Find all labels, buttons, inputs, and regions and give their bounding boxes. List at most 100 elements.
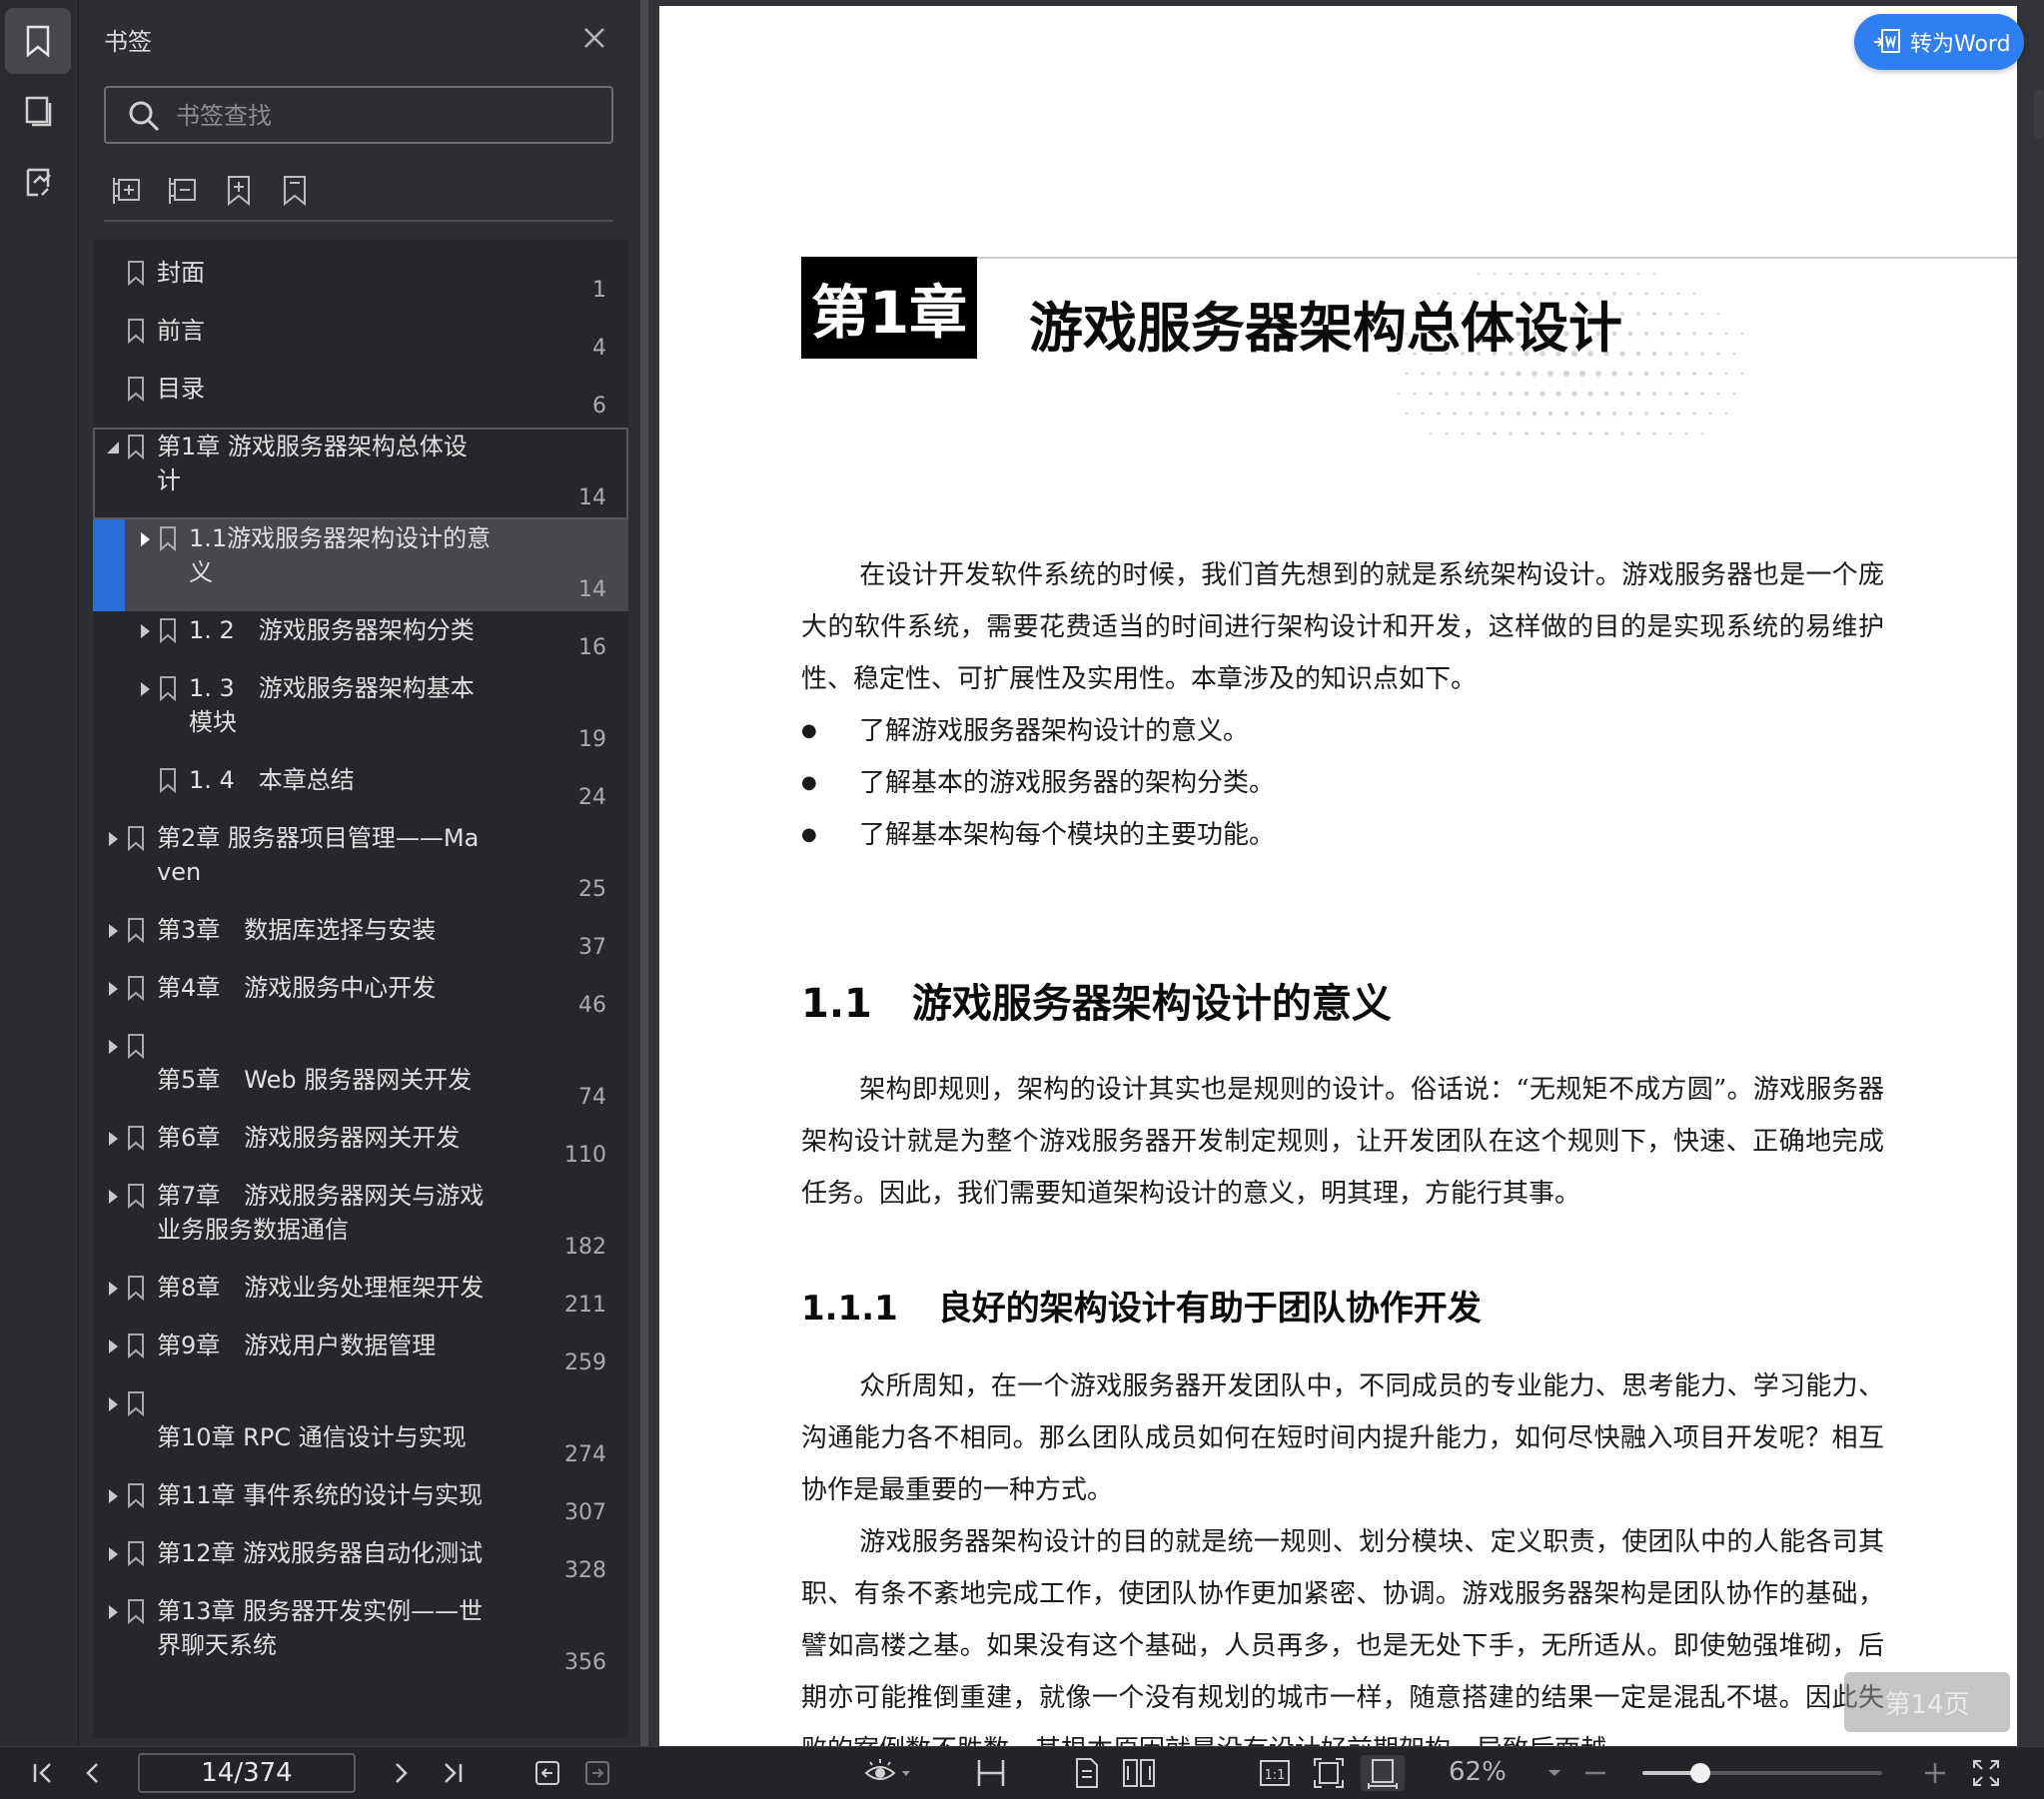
zoom-out-icon[interactable] [1578,1755,1612,1791]
bookmark-flag-icon [127,1183,145,1210]
zoom-in-icon[interactable] [1918,1755,1952,1791]
expanded-arrow-icon[interactable] [105,438,121,457]
body-text: 众所周知，在一个游戏服务器开发团队中，不同成员的专业能力、思考能力、学习能力、沟… [801,1371,1884,1505]
bookmark-label: 目录 [157,375,205,403]
continuous-scroll-icon[interactable] [969,1755,1013,1791]
bookmark-page-number: 182 [564,1235,606,1260]
bookmark-flag-icon [127,434,145,460]
bookmark-item[interactable]: 第2章 服务器项目管理——Ma ven 25 [93,819,628,911]
collapsed-arrow-icon[interactable] [105,1486,121,1506]
zoom-slider-thumb[interactable] [1689,1763,1710,1783]
page-number-field[interactable]: 14/374 [138,1753,356,1793]
bookmark-flag-icon [127,318,145,345]
collapse-all-icon[interactable] [165,172,201,208]
bookmark-item[interactable]: 第13章 服务器开发实例——世 界聊天系统 356 [93,1592,628,1684]
bookmark-panel: 书签 封面1前言4目录6第1章 游戏服务器架构总体设 计141.1游戏服务器架构… [79,0,640,1746]
bookmark-search-box[interactable] [104,86,613,144]
bookmark-panel-icon[interactable] [5,8,71,74]
collapsed-arrow-icon[interactable] [105,1337,121,1356]
bookmark-page-number: 14 [578,485,606,510]
collapsed-arrow-icon[interactable] [137,529,153,549]
bookmark-page-number: 307 [564,1500,606,1525]
bookmark-item[interactable]: 1. 3 游戏服务器架构基本 模块 19 [93,669,628,761]
collapsed-arrow-icon[interactable] [105,1602,121,1622]
intro-paragraph: 在设计开发软件系统的时候，我们首先想到的就是系统架构设计。游戏服务器也是一个庞大… [801,549,1884,705]
convert-to-word-button[interactable]: 转为Word [1854,14,2024,70]
bookmark-page-number: 19 [578,727,606,752]
vertical-scrollbar-thumb[interactable] [2034,90,2044,138]
bookmark-item[interactable]: 第1章 游戏服务器架构总体设 计 14 [93,428,628,519]
collapsed-arrow-icon[interactable] [105,1037,121,1057]
back-icon[interactable] [529,1755,565,1791]
bookmark-item[interactable]: 1.1游戏服务器架构设计的意 义 14 [93,519,628,611]
svg-text:1:1: 1:1 [1265,1768,1286,1783]
bookmark-label: 第4章 游戏服务中心开发 [157,974,437,1002]
bookmark-item[interactable]: 第11章 事件系统的设计与实现 307 [93,1476,628,1534]
thumbnail-panel-icon[interactable] [5,78,71,144]
bookmark-item[interactable]: 目录 6 [93,370,628,428]
subsection-title: 良好的架构设计有助于团队协作开发 [937,1289,1482,1329]
next-page-icon[interactable] [384,1755,418,1791]
collapsed-arrow-icon[interactable] [137,621,153,641]
bookmark-item[interactable]: 第9章 游戏用户数据管理 259 [93,1327,628,1384]
bookmark-page-number: 328 [564,1558,606,1583]
double-page-icon[interactable] [1117,1755,1161,1791]
word-convert-icon [1874,29,1900,53]
bookmark-icon[interactable] [277,172,313,208]
zoom-slider[interactable] [1642,1763,1882,1783]
annotation-panel-icon[interactable] [5,150,71,216]
last-page-icon[interactable] [436,1755,470,1791]
bookmark-item[interactable]: 第3章 数据库选择与安装 37 [93,911,628,969]
bookmark-label: 第13章 服务器开发实例——世 界聊天系统 [157,1597,484,1659]
fit-width-icon[interactable] [1361,1755,1405,1791]
actual-size-icon[interactable]: 1:1 [1255,1755,1295,1791]
collapsed-arrow-icon[interactable] [105,921,121,941]
bookmark-item[interactable]: 第8章 游戏业务处理框架开发 211 [93,1269,628,1327]
bookmark-item[interactable]: 第10章 RPC 通信设计与实现 274 [93,1384,628,1476]
first-page-icon[interactable] [26,1755,60,1791]
bookmark-item[interactable]: 封面 1 [93,254,628,312]
collapsed-arrow-icon[interactable] [137,679,153,699]
bookmark-page-number: 24 [578,785,606,810]
collapsed-arrow-icon[interactable] [105,1394,121,1414]
chapter-title: 游戏服务器架构总体设计 [1029,296,1622,360]
close-icon[interactable] [576,20,612,56]
bookmark-item[interactable]: 第6章 游戏服务器网关开发 110 [93,1119,628,1177]
body-paragraph: 众所周知，在一个游戏服务器开发团队中，不同成员的专业能力、思考能力、学习能力、沟… [801,1360,1884,1516]
current-page-badge: 第14页 [1844,1672,2010,1732]
collapsed-arrow-icon[interactable] [105,1544,121,1564]
bookmark-label: 第3章 数据库选择与安装 [157,916,437,944]
add-bookmark-icon[interactable] [221,172,257,208]
bookmark-search-input[interactable] [174,98,597,134]
bookmark-item[interactable]: 前言 4 [93,312,628,370]
bookmark-label: 1. 4 本章总结 [189,766,355,794]
bookmark-item[interactable]: 第4章 游戏服务中心开发 46 [93,969,628,1027]
zoom-level[interactable]: 62% [1449,1757,1507,1787]
bookmark-toolbar [109,172,313,212]
panel-splitter[interactable] [640,0,648,1746]
eye-protection-icon[interactable] [859,1755,915,1791]
fit-page-icon[interactable] [1309,1755,1349,1791]
fullscreen-icon[interactable] [1968,1755,2004,1791]
collapsed-arrow-icon[interactable] [105,1187,121,1207]
expand-all-icon[interactable] [109,172,145,208]
bookmark-item[interactable]: 第7章 游戏服务器网关与游戏 业务服务数据通信 182 [93,1177,628,1269]
bookmark-page-number: 4 [592,336,606,361]
zoom-dropdown-icon[interactable] [1542,1755,1566,1791]
collapsed-arrow-icon[interactable] [105,1279,121,1299]
bookmark-flag-icon [127,975,145,1002]
bookmark-item[interactable]: 1. 4 本章总结 24 [93,761,628,819]
bookmark-page-number: 211 [564,1293,606,1318]
bookmark-flag-icon [127,1598,145,1625]
forward-icon[interactable] [579,1755,615,1791]
bookmark-flag-icon [159,617,177,644]
bookmark-item[interactable]: 1. 2 游戏服务器架构分类 16 [93,611,628,669]
collapsed-arrow-icon[interactable] [105,829,121,849]
bookmark-item[interactable]: 第12章 游戏服务器自动化测试 328 [93,1534,628,1592]
collapsed-arrow-icon[interactable] [105,1129,121,1149]
previous-page-icon[interactable] [76,1755,110,1791]
collapsed-arrow-icon[interactable] [105,979,121,999]
bookmark-item[interactable]: 第5章 Web 服务器网关开发 74 [93,1027,628,1119]
bookmark-flag-icon [127,1333,145,1359]
single-page-icon[interactable] [1067,1755,1107,1791]
